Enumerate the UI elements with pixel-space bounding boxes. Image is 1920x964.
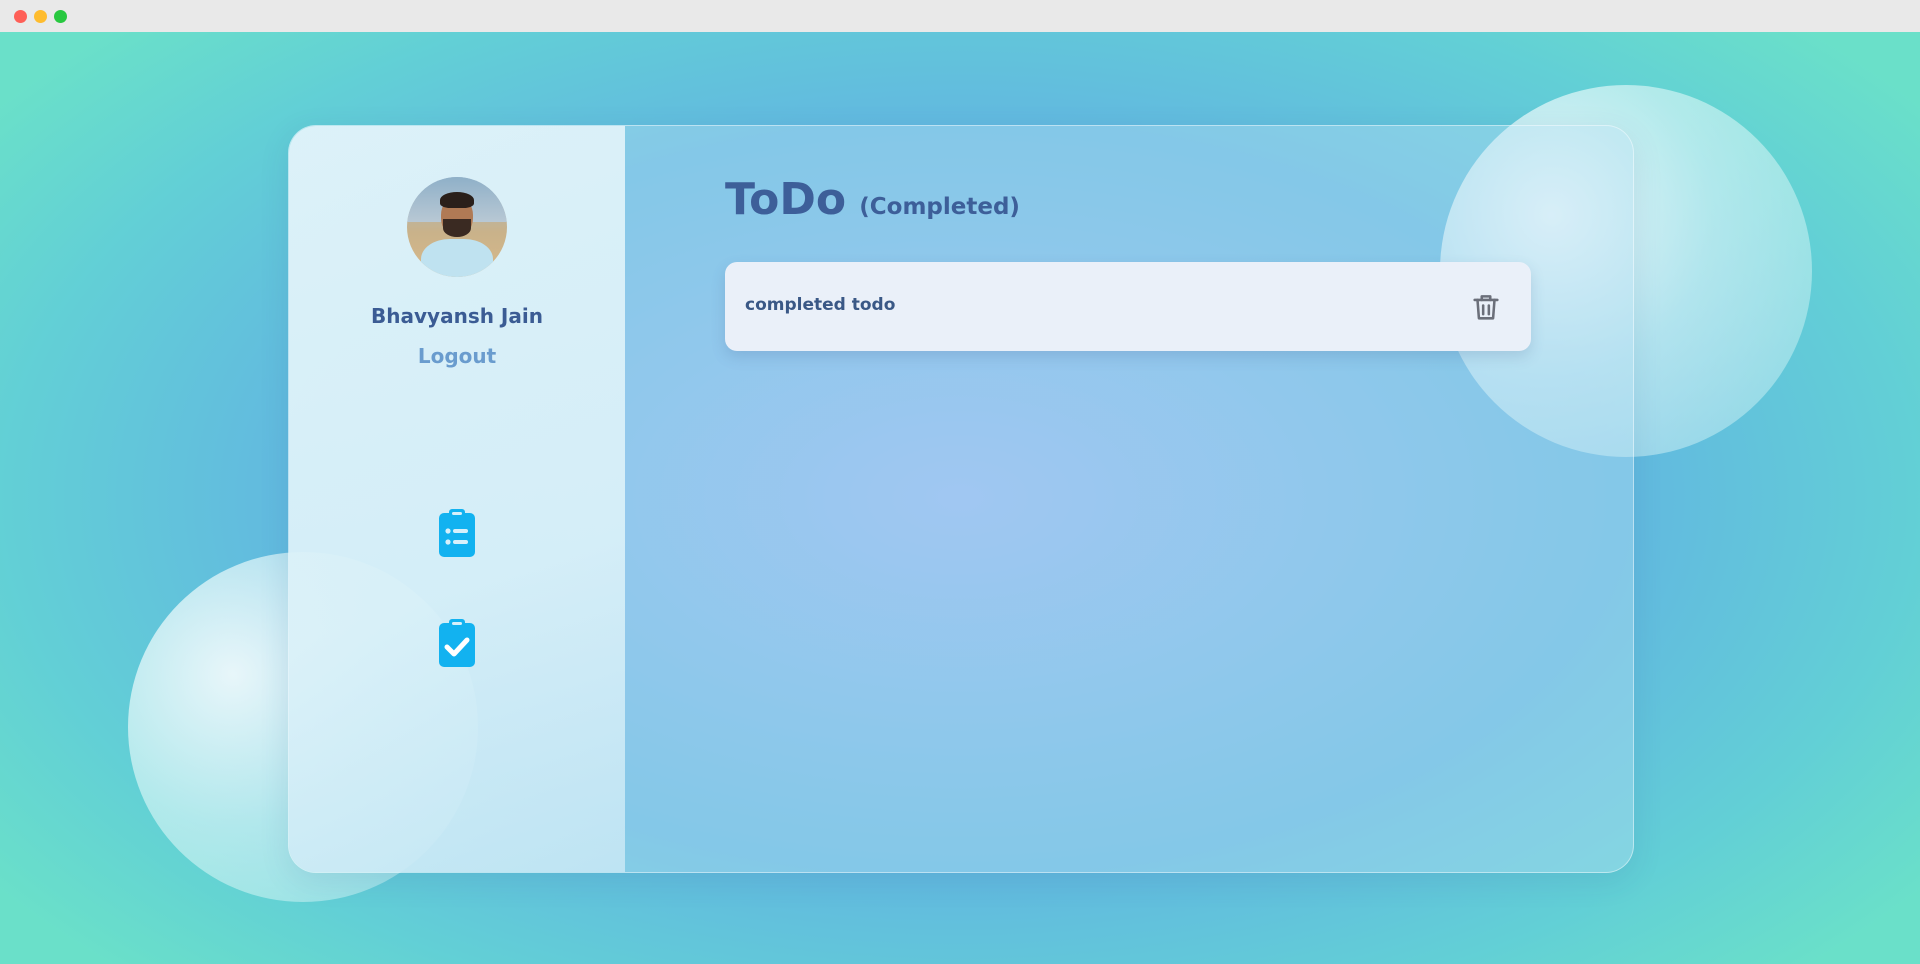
maximize-window-button[interactable]	[54, 10, 67, 23]
minimize-window-button[interactable]	[34, 10, 47, 23]
browser-window: Bhavyansh Jain Logout ToDo (Completed) c…	[0, 0, 1920, 964]
sidebar: Bhavyansh Jain Logout	[289, 126, 625, 872]
page-background: Bhavyansh Jain Logout ToDo (Completed) c…	[0, 32, 1920, 964]
clipboard-check-icon[interactable]	[437, 617, 477, 669]
page-subtitle: (Completed)	[859, 194, 1020, 220]
title-bar	[0, 0, 1920, 32]
user-name: Bhavyansh Jain	[371, 304, 543, 328]
main-content: ToDo (Completed) completed todo	[625, 126, 1633, 872]
app-card: Bhavyansh Jain Logout ToDo (Completed) c…	[288, 125, 1634, 873]
page-heading: ToDo (Completed)	[725, 174, 1020, 225]
clipboard-list-icon[interactable]	[437, 507, 477, 559]
trash-icon[interactable]	[1469, 290, 1503, 324]
avatar	[407, 177, 507, 277]
logout-link[interactable]: Logout	[407, 344, 507, 368]
todo-text: completed todo	[745, 295, 896, 315]
page-title: ToDo	[725, 174, 847, 225]
close-window-button[interactable]	[14, 10, 27, 23]
todo-item: completed todo	[725, 262, 1531, 351]
